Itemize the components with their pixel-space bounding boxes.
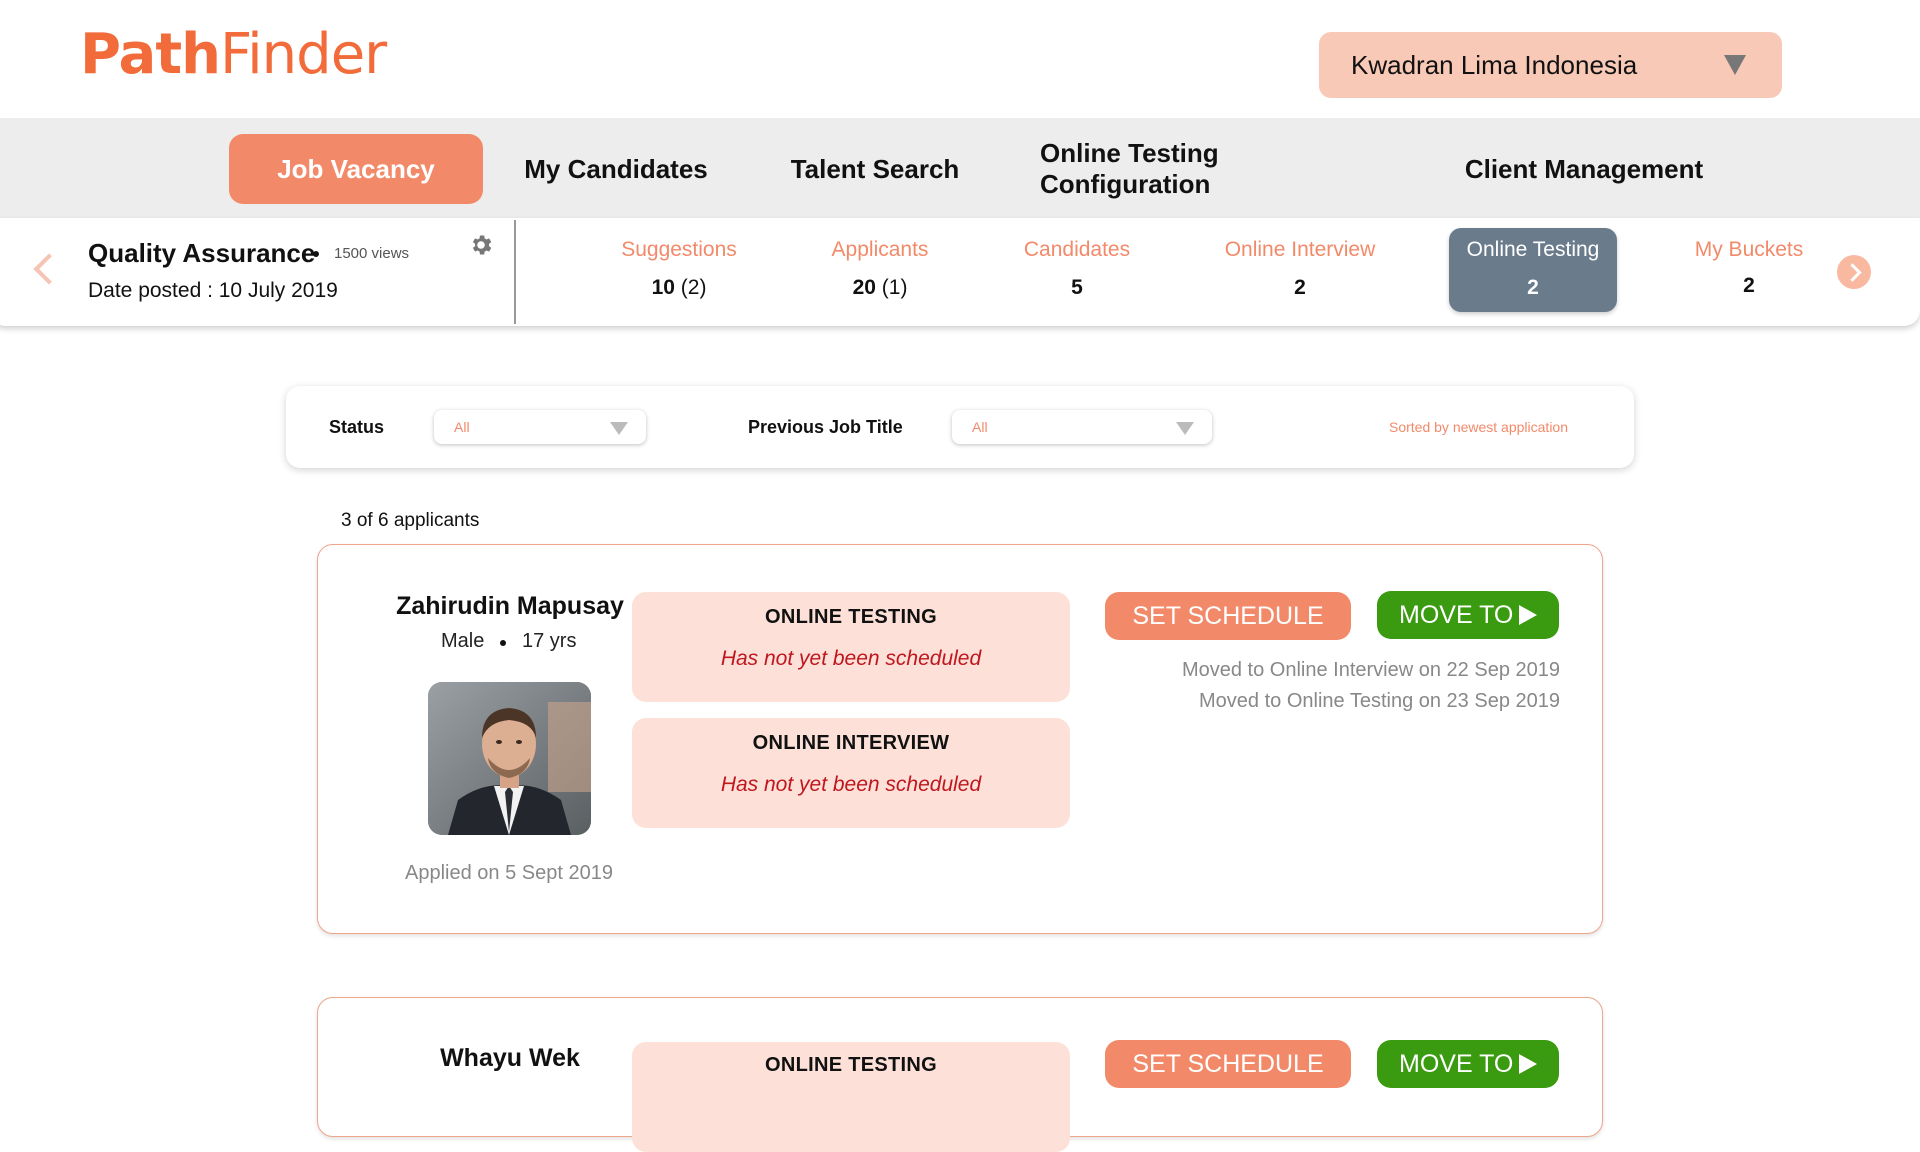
status-filter-select[interactable]: All — [434, 410, 646, 444]
stage-applicants[interactable]: Applicants 20 (1) — [814, 228, 946, 312]
status-filter-label: Status — [329, 417, 385, 437]
app-header: PathFinder Kwadran Lima Indonesia — [0, 0, 1920, 118]
caret-down-icon — [1724, 55, 1746, 75]
job-title: Quality Assurance — [88, 238, 316, 268]
company-select-value: Kwadran Lima Indonesia — [1351, 49, 1638, 80]
play-arrow-icon — [1519, 1054, 1537, 1074]
job-views: 1500 views — [334, 245, 410, 262]
applicant-age: 17 yrs — [522, 630, 577, 652]
job-date-posted: Date posted : 10 July 2019 — [88, 279, 338, 302]
divider — [514, 220, 516, 324]
set-schedule-button[interactable]: SET SCHEDULE — [1105, 1040, 1351, 1088]
nav-job-vacancy[interactable]: Job Vacancy — [229, 134, 483, 204]
next-chevron-icon[interactable] — [1837, 255, 1871, 289]
caret-down-icon — [1176, 422, 1194, 435]
separator-dot — [313, 251, 319, 257]
avatar[interactable] — [428, 682, 591, 835]
stage-my-buckets[interactable]: My Buckets 2 — [1682, 228, 1816, 312]
history-entry: Moved to Online Testing on 23 Sep 2019 — [1199, 690, 1560, 712]
previous-job-title-label: Previous Job Title — [748, 417, 903, 437]
job-summary-bar — [0, 218, 1920, 326]
nav-online-testing-configuration[interactable]: Online Testing Configuration — [1040, 134, 1390, 204]
history-entry: Moved to Online Interview on 22 Sep 2019 — [1181, 659, 1560, 681]
nav-my-candidates[interactable]: My Candidates — [520, 134, 712, 204]
stage-online-testing[interactable]: Online Testing 2 — [1449, 228, 1617, 312]
play-arrow-icon — [1519, 605, 1537, 625]
caret-down-icon — [610, 422, 628, 435]
applicant-gender: Male — [441, 630, 485, 652]
stage-online-interview[interactable]: Online Interview 2 — [1212, 228, 1388, 312]
company-select[interactable]: Kwadran Lima Indonesia — [1319, 32, 1782, 98]
main-nav: Job Vacancy My Candidates Talent Search … — [0, 118, 1920, 218]
sort-order-link[interactable]: Sorted by newest application — [1389, 419, 1568, 435]
online-interview-status: ONLINE INTERVIEW Has not yet been schedu… — [632, 718, 1070, 828]
nav-talent-search[interactable]: Talent Search — [786, 134, 964, 204]
nav-client-management[interactable]: Client Management — [1462, 134, 1706, 204]
previous-job-title-select[interactable]: All — [952, 410, 1212, 444]
online-testing-status: ONLINE TESTING — [632, 1042, 1070, 1152]
stage-candidates[interactable]: Candidates 5 — [1010, 228, 1144, 312]
stage-history: Moved to Online Interview on 22 Sep 2019… — [1090, 655, 1560, 717]
stage-suggestions[interactable]: Suggestions 10 (2) — [602, 228, 756, 312]
separator-dot — [500, 640, 506, 646]
applied-date: Applied on 5 Sept 2019 — [405, 862, 613, 884]
applicant-name[interactable]: Whayu Wek — [380, 1044, 640, 1073]
move-to-button[interactable]: MOVE TO — [1377, 1040, 1559, 1088]
pathfinder-logo[interactable]: PathFinder — [80, 22, 387, 87]
applicant-name[interactable]: Zahirudin Mapusay — [380, 592, 640, 621]
applicant-count: 3 of 6 applicants — [341, 510, 480, 531]
set-schedule-button[interactable]: SET SCHEDULE — [1105, 592, 1351, 640]
gear-icon[interactable] — [468, 232, 494, 258]
online-testing-status: ONLINE TESTING Has not yet been schedule… — [632, 592, 1070, 702]
move-to-button[interactable]: MOVE TO — [1377, 591, 1559, 639]
